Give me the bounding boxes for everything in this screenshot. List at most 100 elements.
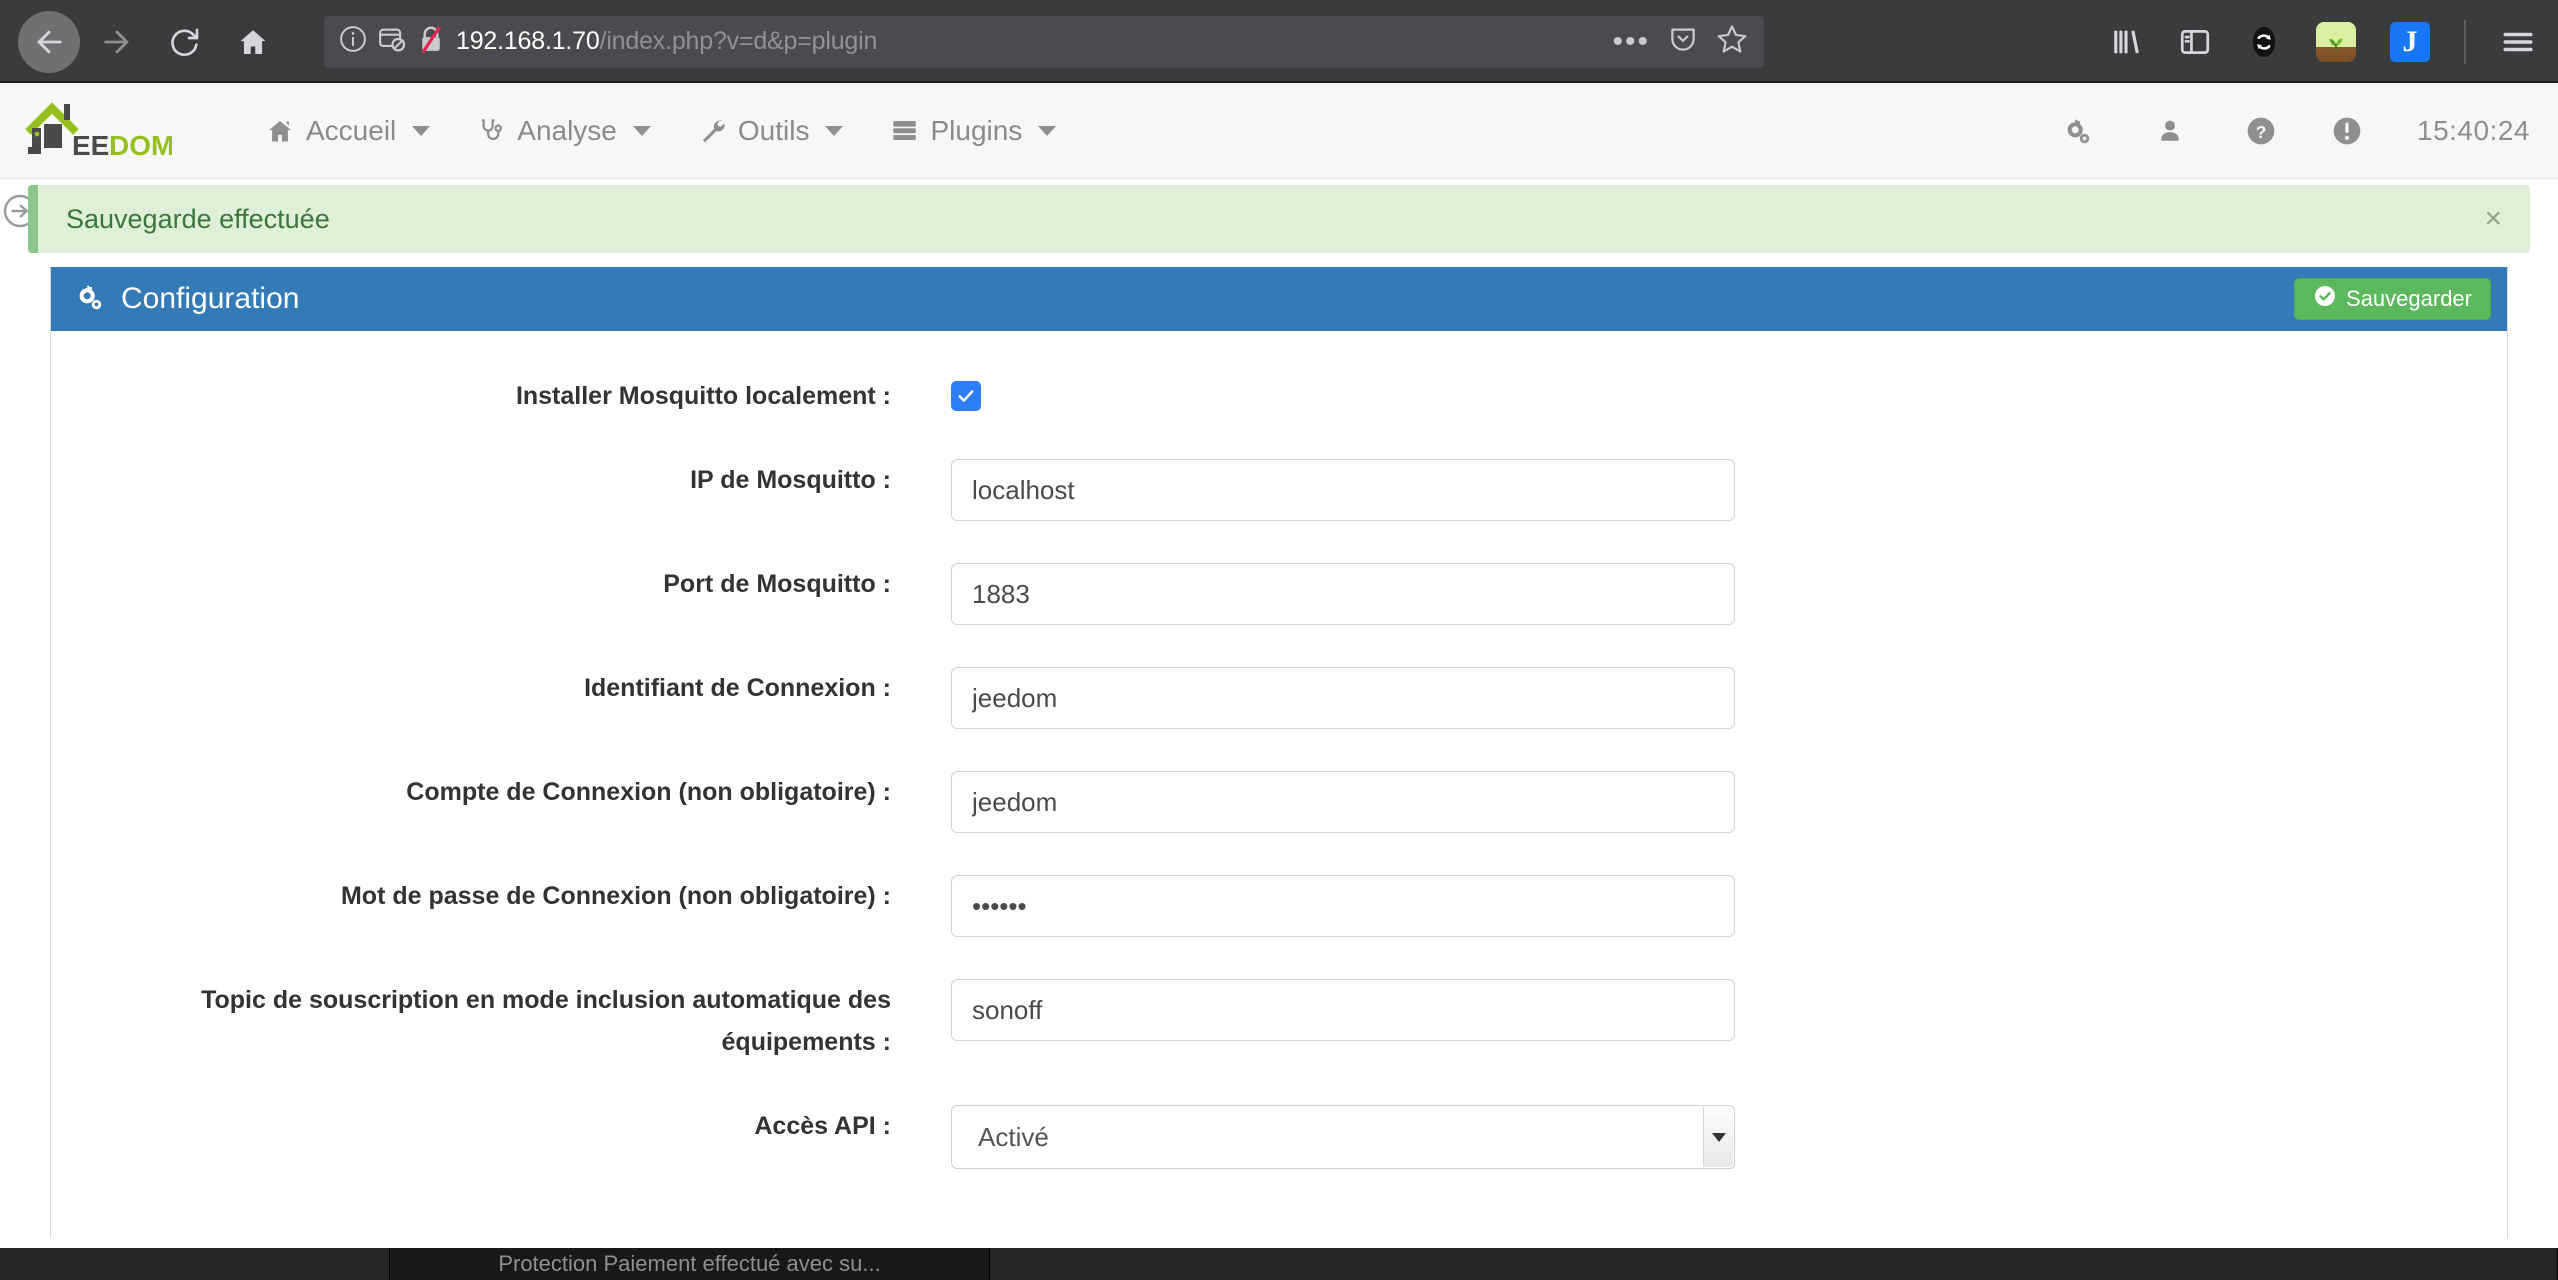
field-control bbox=[951, 667, 1735, 729]
page-actions-ellipsis-icon[interactable]: ••• bbox=[1612, 26, 1650, 56]
nav-item-label: Accueil bbox=[306, 114, 397, 146]
success-alert: Sauvegarde effectuée × bbox=[28, 185, 2530, 253]
form-row-api-access: Accès API : bbox=[51, 1105, 2507, 1169]
auto-inclusion-topic-input[interactable] bbox=[951, 979, 1735, 1041]
field-label: Mot de passe de Connexion (non obligatoi… bbox=[340, 882, 891, 910]
form-row-install-mosquitto-locally: Installer Mosquitto localement : bbox=[51, 375, 2507, 417]
url-path: /index.php?v=d&p=plugin bbox=[599, 27, 878, 55]
gears-icon[interactable] bbox=[2063, 116, 2103, 146]
clock: 15:40:24 bbox=[2417, 114, 2530, 146]
check-circle-icon bbox=[2313, 284, 2337, 314]
field-control bbox=[951, 563, 1735, 625]
save-button-label: Sauvegarder bbox=[2346, 286, 2472, 311]
jeedom-logo[interactable]: EE DOM bbox=[22, 98, 172, 164]
chevron-down-icon bbox=[412, 125, 431, 136]
hamburger-menu-icon[interactable] bbox=[2500, 24, 2536, 60]
form-row-mosquitto-ip: IP de Mosquitto : bbox=[51, 459, 2507, 521]
close-icon[interactable]: × bbox=[2484, 204, 2502, 234]
chevron-down-icon bbox=[632, 125, 651, 136]
connection-password-input[interactable] bbox=[951, 875, 1735, 937]
field-control bbox=[951, 771, 1735, 833]
nav-item-label: Outils bbox=[737, 114, 810, 146]
os-taskbar: Protection Paiement effectué avec su... bbox=[0, 1248, 2558, 1280]
url-text[interactable]: 192.168.1.70/index.php?v=d&p=plugin bbox=[456, 27, 1602, 56]
field-control bbox=[951, 875, 1735, 937]
alert-row: Sauvegarde effectuée × bbox=[0, 179, 2558, 259]
configuration-panel: Configuration Sauvegarder Installer Mosq… bbox=[50, 267, 2508, 1267]
nav-item-plugins[interactable]: Plugins bbox=[867, 83, 1080, 179]
nav-item-label: Analyse bbox=[517, 114, 617, 146]
user-icon[interactable] bbox=[2157, 116, 2191, 146]
save-button[interactable]: Sauvegarder bbox=[2294, 278, 2491, 320]
field-label: Port de Mosquitto : bbox=[663, 570, 891, 598]
field-label: IP de Mosquitto : bbox=[690, 466, 891, 494]
j-extension-icon[interactable]: J bbox=[2390, 21, 2430, 62]
form-row-auto-inclusion-topic: Topic de souscription en mode inclusion … bbox=[51, 979, 2507, 1063]
connection-account-input[interactable] bbox=[951, 771, 1735, 833]
url-bar[interactable]: 192.168.1.70/index.php?v=d&p=plugin ••• bbox=[324, 15, 1764, 68]
field-control bbox=[951, 375, 981, 411]
reload-icon bbox=[169, 26, 201, 58]
toolbar-separator bbox=[2464, 19, 2466, 64]
home-icon bbox=[266, 117, 294, 145]
field-control bbox=[951, 1105, 1735, 1169]
panel-header: Configuration Sauvegarder bbox=[51, 267, 2507, 331]
form-row-connection-password: Mot de passe de Connexion (non obligatoi… bbox=[51, 875, 2507, 937]
library-icon[interactable] bbox=[2110, 25, 2144, 59]
sidebar-icon[interactable] bbox=[2178, 25, 2212, 59]
mosquitto-port-input[interactable] bbox=[951, 563, 1735, 625]
svg-text:DOM: DOM bbox=[109, 130, 172, 161]
field-control bbox=[951, 979, 1735, 1041]
info-circle-icon[interactable] bbox=[338, 24, 368, 59]
arrow-right-icon bbox=[100, 25, 134, 59]
plant-extension-icon[interactable] bbox=[2316, 21, 2356, 62]
browser-toolbar: 192.168.1.70/index.php?v=d&p=plugin ••• … bbox=[0, 0, 2558, 83]
field-label: Accès API : bbox=[754, 1112, 891, 1140]
question-circle-icon[interactable]: ? bbox=[2245, 115, 2277, 147]
form-row-connection-id: Identifiant de Connexion : bbox=[51, 667, 2507, 729]
alert-message: Sauvegarde effectuée bbox=[66, 203, 330, 234]
page-bottom-edge bbox=[0, 1238, 2558, 1248]
back-button[interactable] bbox=[18, 10, 80, 73]
sync-icon[interactable] bbox=[2246, 24, 2282, 60]
nav-item-analyse[interactable]: Analyse bbox=[454, 83, 675, 179]
mosquitto-ip-input[interactable] bbox=[951, 459, 1735, 521]
browser-toolbar-actions: J bbox=[2110, 19, 2540, 64]
pocket-icon[interactable] bbox=[1668, 24, 1698, 59]
page-title: Configuration bbox=[121, 282, 300, 315]
home-button[interactable] bbox=[222, 11, 284, 73]
field-label: Installer Mosquitto localement : bbox=[515, 382, 891, 410]
field-label: Identifiant de Connexion : bbox=[584, 674, 891, 702]
site-identity-block[interactable] bbox=[338, 24, 446, 59]
broken-padlock-icon[interactable] bbox=[416, 24, 446, 59]
home-icon bbox=[237, 26, 269, 58]
chevron-down-icon[interactable] bbox=[1703, 1107, 1733, 1167]
chevron-down-icon bbox=[1038, 125, 1057, 136]
svg-text:EE: EE bbox=[72, 130, 109, 161]
nav-item-outils[interactable]: Outils bbox=[675, 83, 868, 179]
form-row-mosquitto-port: Port de Mosquitto : bbox=[51, 563, 2507, 625]
install-mosquitto-locally-checkbox[interactable] bbox=[951, 381, 981, 411]
exclamation-circle-icon[interactable] bbox=[2331, 115, 2363, 147]
stethoscope-icon bbox=[478, 117, 505, 144]
taskbar-left-slot[interactable] bbox=[0, 1248, 390, 1280]
configuration-form: Installer Mosquitto localement : IP de M… bbox=[51, 331, 2507, 1169]
url-host: 192.168.1.70 bbox=[456, 27, 600, 55]
jeedom-navbar: EE DOM Accueil Analyse Outils Plugins ? … bbox=[0, 83, 2558, 179]
tracking-protection-blocked-icon[interactable] bbox=[377, 24, 407, 59]
api-access-select[interactable] bbox=[951, 1105, 1735, 1169]
field-label: Topic de souscription en mode inclusion … bbox=[201, 986, 891, 1056]
nav-item-accueil[interactable]: Accueil bbox=[242, 83, 454, 179]
star-icon[interactable] bbox=[1716, 23, 1748, 60]
chevron-down-icon bbox=[825, 125, 844, 136]
forward-button[interactable] bbox=[86, 11, 148, 73]
taskbar-window-button[interactable]: Protection Paiement effectué avec su... bbox=[390, 1248, 990, 1280]
reload-button[interactable] bbox=[154, 11, 216, 73]
connection-id-input[interactable] bbox=[951, 667, 1735, 729]
arrow-left-icon bbox=[32, 25, 66, 59]
navigation-buttons bbox=[18, 10, 284, 73]
taskbar-right-slot[interactable] bbox=[990, 1248, 2558, 1280]
navbar-right-actions: ? 15:40:24 bbox=[2063, 115, 2530, 147]
svg-text:?: ? bbox=[2256, 121, 2267, 141]
field-label: Compte de Connexion (non obligatoire) : bbox=[406, 778, 891, 806]
